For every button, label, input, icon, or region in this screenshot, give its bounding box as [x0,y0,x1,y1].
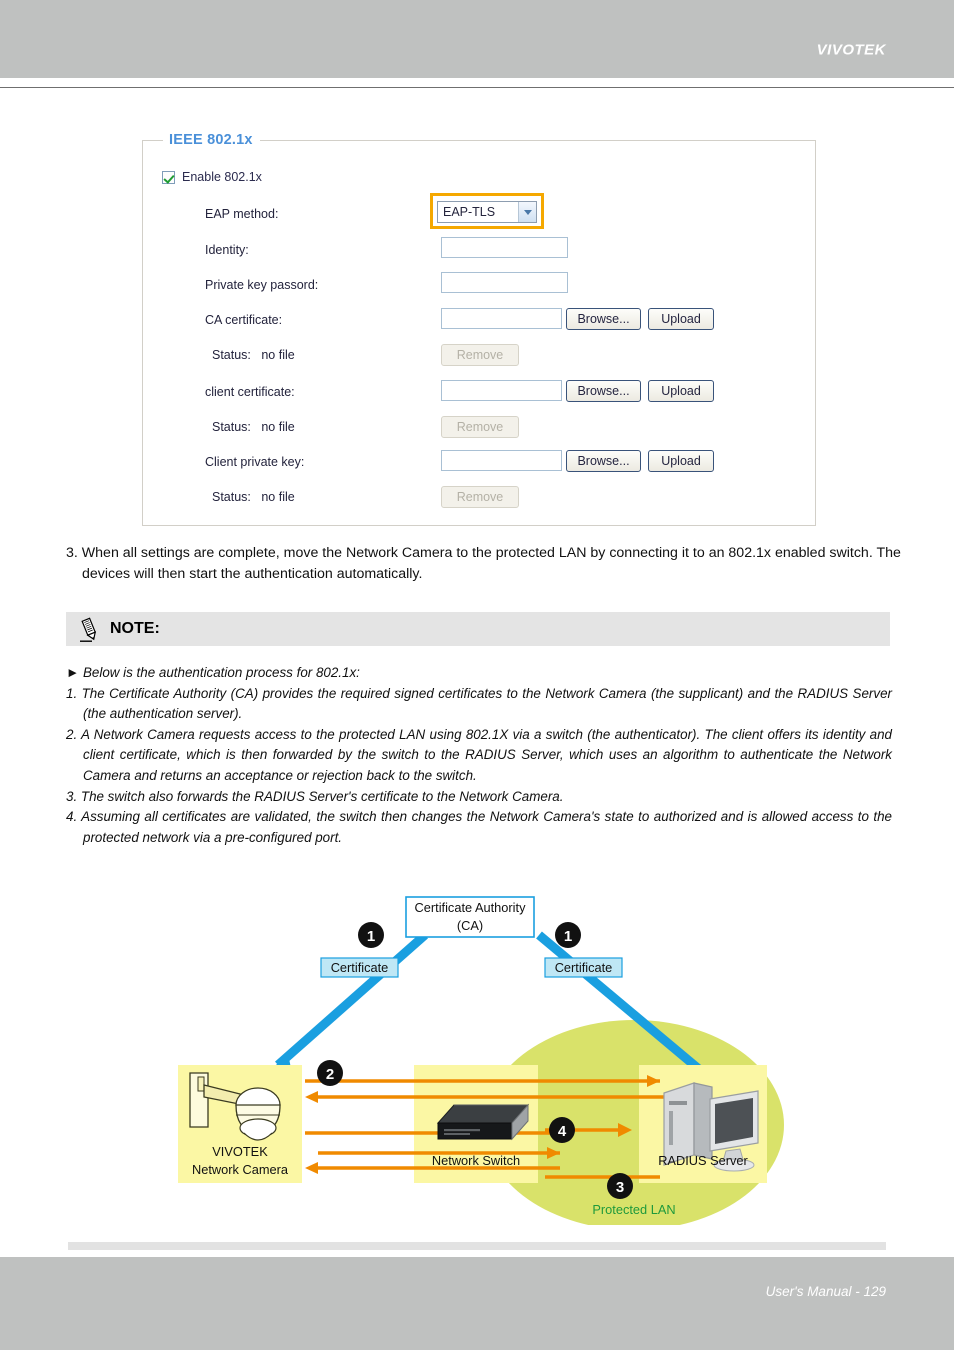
client-certificate-status: Status: no file [212,420,295,434]
client-certificate-label: client certificate: [205,385,295,399]
camera-label: VIVOTEK Network Camera [178,1143,302,1179]
ca-to-camera-arrow [263,931,428,1084]
private-key-password-label: Private key passord: [205,278,319,292]
identity-label: Identity: [205,243,249,257]
authentication-process-diagram: 1 1 2 4 3 Certificate Authority (CA) Cer… [0,885,954,1225]
client-private-key-status: Status: no file [212,490,295,504]
client-private-key-upload-button[interactable]: Upload [648,450,714,472]
client-certificate-status-label: Status: [212,420,251,434]
ca-certificate-status-label: Status: [212,348,251,362]
note-body: ► Below is the authentication process fo… [66,663,892,848]
client-certificate-input[interactable] [441,380,562,401]
chevron-down-icon[interactable] [518,202,536,222]
client-certificate-status-value: no file [261,420,295,434]
camera-label-line2: Network Camera [191,1162,288,1177]
header-divider [0,87,954,88]
enable-8021x-row[interactable]: Enable 802.1x [162,170,262,184]
client-private-key-label: Client private key: [205,455,305,469]
arrow-left-head-1 [305,1091,318,1103]
page-footer: User's Manual - 129 [0,1257,954,1350]
svg-text:1: 1 [367,928,375,945]
badge-1-right: 1 [555,922,581,948]
badge-3: 3 [607,1173,633,1199]
footer-separator [68,1242,886,1250]
client-private-key-status-value: no file [261,490,295,504]
svg-text:2: 2 [326,1066,334,1083]
private-key-password-input[interactable] [441,272,568,293]
client-private-key-status-label: Status: [212,490,251,504]
note-line-intro: ► Below is the authentication process fo… [66,665,360,680]
client-certificate-remove-button[interactable]: Remove [441,416,519,438]
note-line-2: 2. A Network Camera requests access to t… [66,726,892,783]
note-header-band: NOTE: [66,612,890,646]
note-line-1: 1. The Certificate Authority (CA) provid… [66,685,892,722]
ca-certificate-status: Status: no file [212,348,295,362]
pencil-icon [80,617,97,642]
certificate-authority-label: Certificate Authority (CA) [406,899,534,935]
ca-label-line2: (CA) [456,918,484,933]
ca-certificate-browse-button[interactable]: Browse... [566,308,641,330]
client-private-key-remove-button[interactable]: Remove [441,486,519,508]
camera-label-line1: VIVOTEK [212,1144,268,1159]
ca-label-line1: Certificate Authority [414,900,526,915]
ca-certificate-input[interactable] [441,308,562,329]
badge-4: 4 [549,1117,575,1143]
eap-method-label: EAP method: [205,207,279,221]
eap-method-select-highlight: EAP-TLS [430,193,544,229]
page-header: VIVOTEK [0,0,954,78]
network-switch-label: Network Switch [431,1153,521,1168]
ca-certificate-remove-button[interactable]: Remove [441,344,519,366]
svg-text:1: 1 [564,928,572,945]
note-title: NOTE: [110,620,160,637]
eap-method-select[interactable]: EAP-TLS [437,201,537,223]
vivotek-logo: VIVOTEK [816,41,886,59]
arrow-left-head-2 [305,1162,318,1174]
eap-method-value: EAP-TLS [443,205,496,219]
radius-server-label: RADIUS Server [658,1153,748,1168]
certificate-label-left: Certificate [330,960,389,975]
footer-page-label: User's Manual - 129 [765,1284,886,1299]
ca-certificate-label: CA certificate: [205,313,283,327]
enable-8021x-checkbox[interactable] [162,170,175,184]
client-private-key-input[interactable] [441,450,562,471]
ca-certificate-status-value: no file [261,348,295,362]
identity-input[interactable] [441,237,568,258]
client-certificate-upload-button[interactable]: Upload [648,380,714,402]
network-switch-illustration [436,1103,530,1141]
step-3-paragraph: 3. When all settings are complete, move … [66,545,901,582]
fieldset-legend: IEEE 802.1x [163,132,260,148]
badge-1-left: 1 [358,922,384,948]
client-certificate-browse-button[interactable]: Browse... [566,380,641,402]
note-line-3: 3. The switch also forwards the RADIUS S… [66,788,564,804]
svg-text:3: 3 [616,1179,624,1196]
ca-certificate-upload-button[interactable]: Upload [648,308,714,330]
note-line-4: 4. Assuming all certificates are validat… [66,809,892,845]
enable-8021x-label: Enable 802.1x [182,170,262,184]
protected-lan-label: Protected LAN [592,1202,676,1217]
client-private-key-browse-button[interactable]: Browse... [566,450,641,472]
certificate-label-right: Certificate [554,960,613,975]
badge-2: 2 [317,1060,343,1086]
svg-text:4: 4 [558,1123,567,1140]
